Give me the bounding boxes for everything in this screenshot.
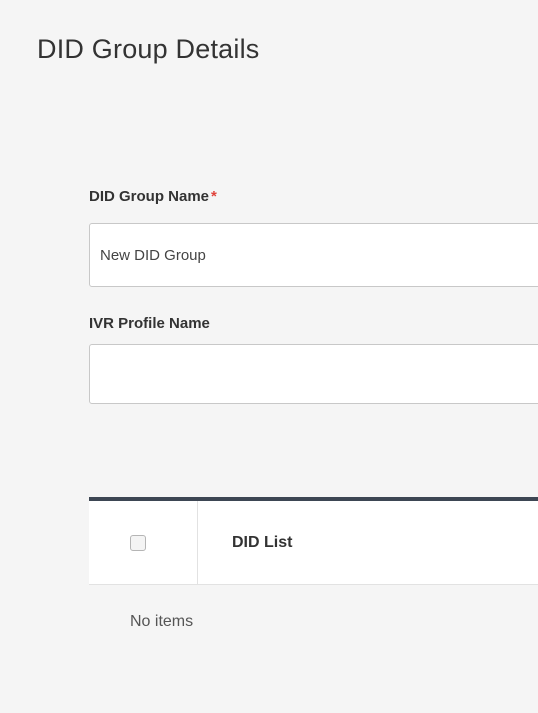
page-title: DID Group Details [37,34,260,64]
did-list-table: DID List No items [89,497,538,713]
did-group-details-page: DID Group Details DID Group Name* IVR Pr… [0,0,538,713]
select-all-checkbox[interactable] [130,535,146,551]
did-group-name-input[interactable] [89,223,538,287]
did-group-name-label-text: DID Group Name [89,188,210,205]
ivr-profile-name-label: IVR Profile Name [89,315,210,332]
ivr-profile-name-input[interactable] [89,344,538,404]
table-empty-message: No items [130,613,194,630]
required-asterisk: * [211,188,217,205]
did-group-name-label: DID Group Name * [89,188,217,205]
table-header-row: DID List [89,501,538,585]
select-all-cell [89,501,198,584]
column-header-did-list[interactable]: DID List [232,534,292,552]
